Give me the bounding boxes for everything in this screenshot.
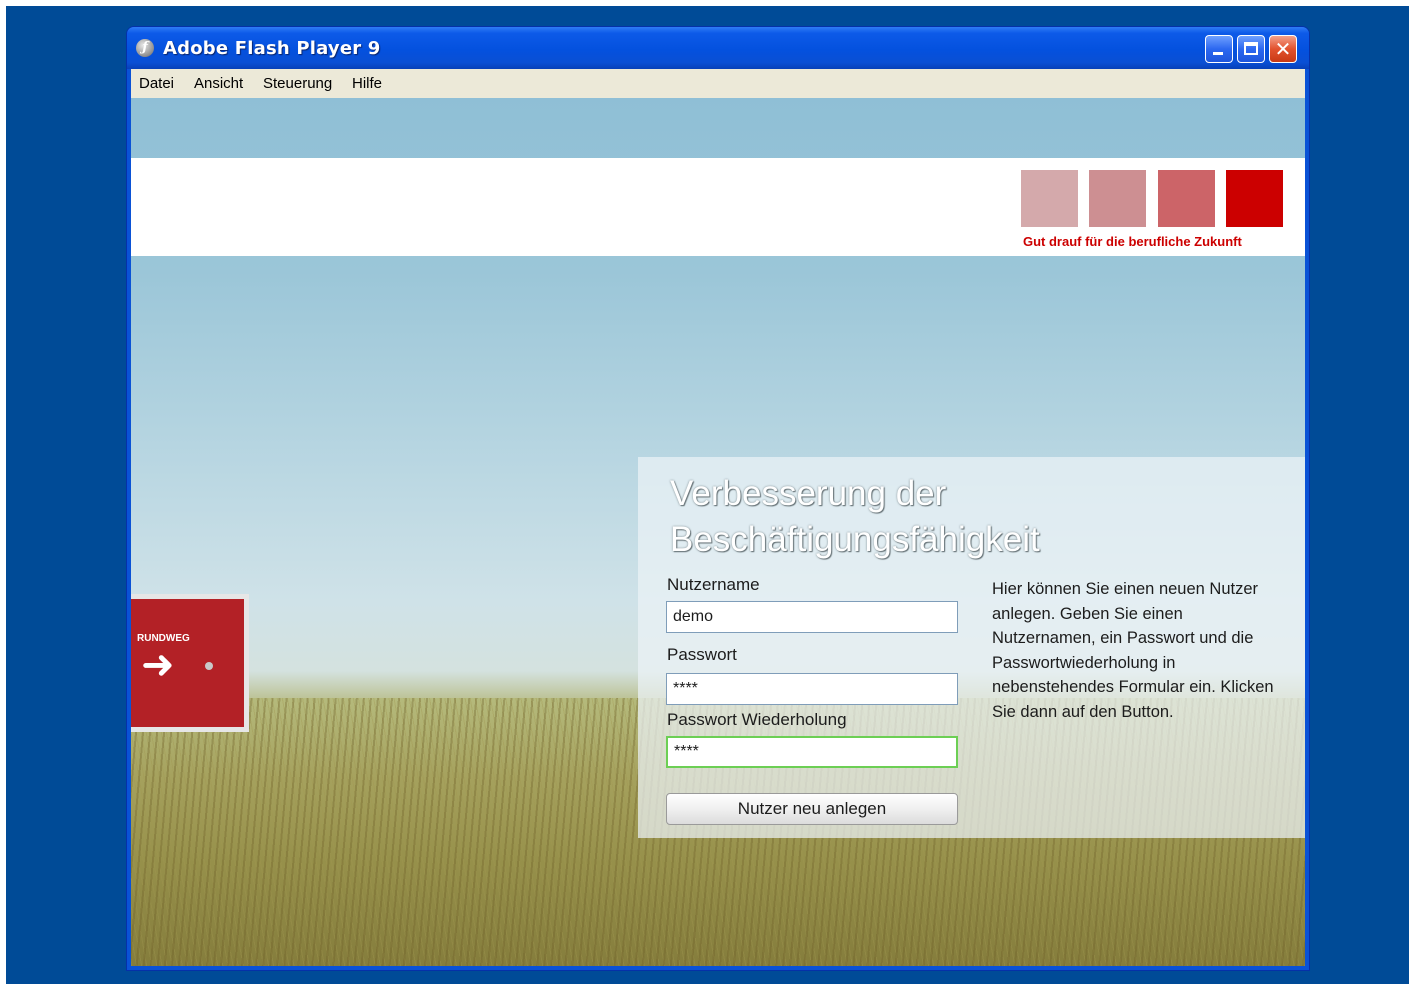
- password-input[interactable]: [666, 673, 958, 705]
- maximize-icon: [1244, 42, 1258, 55]
- logo-square-4: [1226, 170, 1283, 227]
- title-bar[interactable]: ƒ Adobe Flash Player 9 ✕: [127, 27, 1309, 69]
- minimize-icon: [1213, 52, 1223, 55]
- close-icon: ✕: [1274, 37, 1292, 61]
- menu-bar: Datei Ansicht Steuerung Hilfe: [131, 69, 1305, 98]
- password-label: Passwort: [667, 645, 737, 664]
- menu-ansicht[interactable]: Ansicht: [194, 75, 243, 92]
- logo-square-1: [1021, 170, 1078, 227]
- menu-steuerung[interactable]: Steuerung: [263, 75, 332, 92]
- create-user-button[interactable]: Nutzer neu anlegen: [666, 793, 958, 825]
- minimize-button[interactable]: [1205, 35, 1233, 63]
- username-label: Nutzername: [667, 575, 760, 594]
- brand-tagline: Gut drauf für die berufliche Zukunft: [1023, 234, 1242, 249]
- help-text: Hier können Sie einen neuen Nutzer anleg…: [992, 580, 1274, 721]
- flash-player-icon: ƒ: [136, 39, 154, 57]
- menu-datei[interactable]: Datei: [139, 75, 174, 92]
- panel-title: Verbesserung der Beschäftigungsfähigkeit: [670, 474, 1040, 559]
- rundweg-sign[interactable]: RUNDWEG ➜: [131, 594, 249, 732]
- password-repeat-input[interactable]: [666, 736, 958, 768]
- username-input[interactable]: [666, 601, 958, 633]
- window-title: Adobe Flash Player 9: [163, 38, 381, 59]
- flash-content: Gut drauf für die berufliche Zukunft RUN…: [131, 98, 1305, 966]
- maximize-button[interactable]: [1237, 35, 1265, 63]
- menu-hilfe[interactable]: Hilfe: [352, 75, 382, 92]
- password-repeat-label: Passwort Wiederholung: [667, 710, 847, 729]
- logo-square-2: [1089, 170, 1146, 227]
- close-button[interactable]: ✕: [1269, 35, 1297, 63]
- header-band: Gut drauf für die berufliche Zukunft: [131, 158, 1305, 256]
- registration-panel: Verbesserung der Beschäftigungsfähigkeit…: [638, 457, 1305, 838]
- arrow-right-icon: ➜: [141, 642, 175, 688]
- logo-square-3: [1158, 170, 1215, 227]
- sign-bolt: [205, 662, 213, 670]
- flash-player-window: ƒ Adobe Flash Player 9 ✕ Datei Ansicht S…: [127, 27, 1309, 970]
